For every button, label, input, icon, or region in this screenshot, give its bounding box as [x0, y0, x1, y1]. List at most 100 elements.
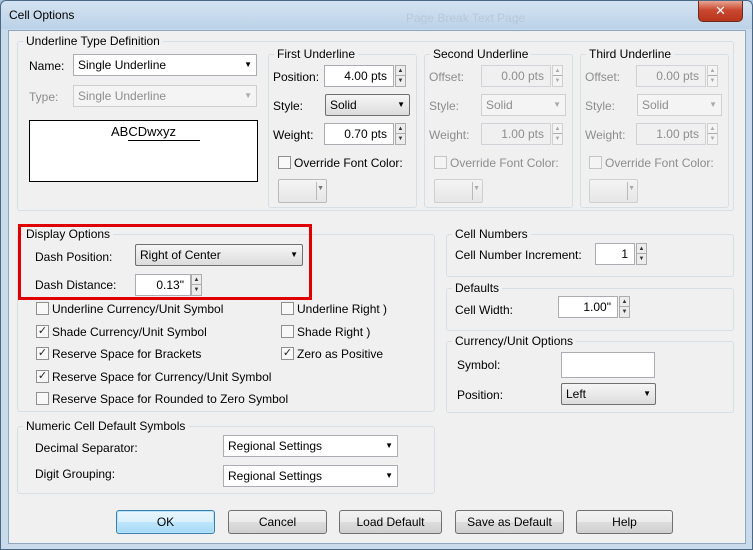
cell-width-label: Cell Width:	[455, 303, 514, 317]
third-offset-input[interactable]: 0.00 pts	[636, 65, 706, 87]
second-style-dropdown[interactable]: Solid ▼	[481, 94, 566, 116]
second-weight-label: Weight:	[429, 128, 470, 142]
spin-up-icon[interactable]: ▲	[708, 124, 717, 134]
third-offset-spinner[interactable]: ▲ ▼	[707, 65, 718, 87]
spin-up-icon[interactable]: ▲	[620, 297, 629, 307]
digit-grouping-dropdown[interactable]: Regional Settings ▼	[223, 465, 398, 487]
currency-position-value: Left	[566, 387, 587, 401]
defaults-group-label: Defaults	[452, 281, 503, 295]
spin-up-icon[interactable]: ▲	[637, 244, 646, 254]
first-style-label: Style:	[273, 99, 304, 113]
type-label: Type:	[29, 90, 59, 104]
spin-down-icon[interactable]: ▼	[637, 254, 646, 264]
chevron-down-icon: ▼	[385, 471, 393, 480]
type-dropdown[interactable]: Single Underline ▼	[73, 85, 257, 107]
first-position-input[interactable]: 4.00 pts	[324, 65, 394, 87]
shade-currency-label: Shade Currency/Unit Symbol	[52, 325, 207, 339]
name-label: Name:	[29, 59, 65, 73]
second-override-checkbox[interactable]	[434, 156, 447, 169]
third-weight-spinner[interactable]: ▲ ▼	[707, 123, 718, 145]
first-position-spinner[interactable]: ▲ ▼	[395, 65, 406, 87]
reserve-brackets-label: Reserve Space for Brackets	[52, 347, 202, 361]
spin-down-icon[interactable]: ▼	[708, 76, 717, 86]
reserve-rounded-checkbox[interactable]	[36, 392, 49, 405]
cell-numbers-group-label: Cell Numbers	[452, 227, 531, 241]
third-weight-input[interactable]: 1.00 pts	[636, 123, 706, 145]
underline-right-checkbox[interactable]	[281, 302, 294, 315]
spin-up-icon[interactable]: ▲	[553, 124, 562, 134]
cancel-button[interactable]: Cancel	[228, 510, 327, 534]
second-weight-input[interactable]: 1.00 pts	[481, 123, 551, 145]
zero-positive-label: Zero as Positive	[297, 347, 384, 361]
currency-unit-group-label: Currency/Unit Options	[452, 334, 577, 348]
first-override-checkbox[interactable]	[278, 156, 291, 169]
save-as-default-button[interactable]: Save as Default	[455, 510, 564, 534]
increment-label: Cell Number Increment:	[455, 248, 582, 262]
spin-down-icon[interactable]: ▼	[553, 134, 562, 144]
chevron-down-icon: ▼	[709, 100, 717, 109]
spin-down-icon[interactable]: ▼	[553, 76, 562, 86]
chevron-down-icon: ▼	[317, 185, 324, 192]
second-offset-input[interactable]: 0.00 pts	[481, 65, 551, 87]
background-window-title: Page Break Text Page	[406, 11, 526, 25]
cell-width-input[interactable]: 1.00"	[558, 296, 618, 318]
title-bar[interactable]: Cell Options Page Break Text Page ✕	[1, 1, 752, 29]
underline-currency-checkbox[interactable]	[36, 302, 49, 315]
reserve-currency-checkbox[interactable]: ✓	[36, 370, 49, 383]
shade-right-checkbox[interactable]	[281, 325, 294, 338]
reserve-brackets-checkbox[interactable]: ✓	[36, 347, 49, 360]
chevron-down-icon: ▼	[643, 389, 651, 398]
ok-button[interactable]: OK	[116, 510, 215, 534]
decimal-separator-value: Regional Settings	[228, 439, 323, 453]
load-default-button[interactable]: Load Default	[339, 510, 442, 534]
digit-grouping-label: Digit Grouping:	[35, 467, 116, 481]
increment-input[interactable]: 1	[595, 243, 635, 265]
spin-up-icon[interactable]: ▲	[708, 66, 717, 76]
increment-spinner[interactable]: ▲ ▼	[636, 243, 647, 265]
name-dropdown[interactable]: Single Underline ▼	[73, 54, 257, 76]
close-button[interactable]: ✕	[698, 1, 743, 22]
third-override-checkbox[interactable]	[589, 156, 602, 169]
third-color-picker[interactable]: ▼	[589, 179, 638, 203]
type-value: Single Underline	[78, 89, 167, 103]
dialog-body: Underline Type Definition Name: Single U…	[8, 30, 746, 544]
spin-down-icon[interactable]: ▼	[708, 134, 717, 144]
currency-position-label: Position:	[457, 388, 504, 402]
spin-up-icon[interactable]: ▲	[396, 66, 405, 76]
zero-positive-checkbox[interactable]: ✓	[281, 347, 294, 360]
chevron-down-icon: ▼	[628, 185, 635, 192]
first-style-value: Solid	[330, 98, 357, 112]
chevron-down-icon: ▼	[244, 60, 252, 69]
cell-width-spinner[interactable]: ▲ ▼	[619, 296, 630, 318]
decimal-separator-dropdown[interactable]: Regional Settings ▼	[223, 435, 398, 457]
second-offset-label: Offset:	[429, 70, 465, 84]
spin-up-icon[interactable]: ▲	[396, 124, 405, 134]
first-color-picker[interactable]: ▼	[278, 179, 327, 203]
currency-position-dropdown[interactable]: Left ▼	[561, 383, 656, 405]
first-weight-spinner[interactable]: ▲ ▼	[395, 123, 406, 145]
second-weight-spinner[interactable]: ▲ ▼	[552, 123, 563, 145]
second-color-picker[interactable]: ▼	[434, 179, 483, 203]
help-button[interactable]: Help	[576, 510, 673, 534]
third-offset-label: Offset:	[585, 70, 621, 84]
first-position-label: Position:	[273, 70, 320, 84]
name-value: Single Underline	[78, 58, 167, 72]
spin-up-icon[interactable]: ▲	[553, 66, 562, 76]
second-underline-group-label: Second Underline	[430, 47, 532, 61]
first-weight-input[interactable]: 0.70 pts	[324, 123, 394, 145]
symbol-label: Symbol:	[457, 358, 501, 372]
chevron-down-icon: ▼	[473, 185, 480, 192]
spin-down-icon[interactable]: ▼	[620, 307, 629, 317]
third-underline-group-label: Third Underline	[586, 47, 675, 61]
spin-down-icon[interactable]: ▼	[396, 134, 405, 144]
third-override-label: Override Font Color:	[605, 156, 714, 170]
shade-currency-checkbox[interactable]: ✓	[36, 325, 49, 338]
second-style-value: Solid	[486, 98, 513, 112]
spin-down-icon[interactable]: ▼	[396, 76, 405, 86]
second-offset-spinner[interactable]: ▲ ▼	[552, 65, 563, 87]
third-style-dropdown[interactable]: Solid ▼	[637, 94, 722, 116]
third-weight-label: Weight:	[585, 128, 626, 142]
symbol-input[interactable]	[561, 352, 655, 378]
first-style-dropdown[interactable]: Solid ▼	[325, 94, 410, 116]
first-override-label: Override Font Color:	[294, 156, 403, 170]
